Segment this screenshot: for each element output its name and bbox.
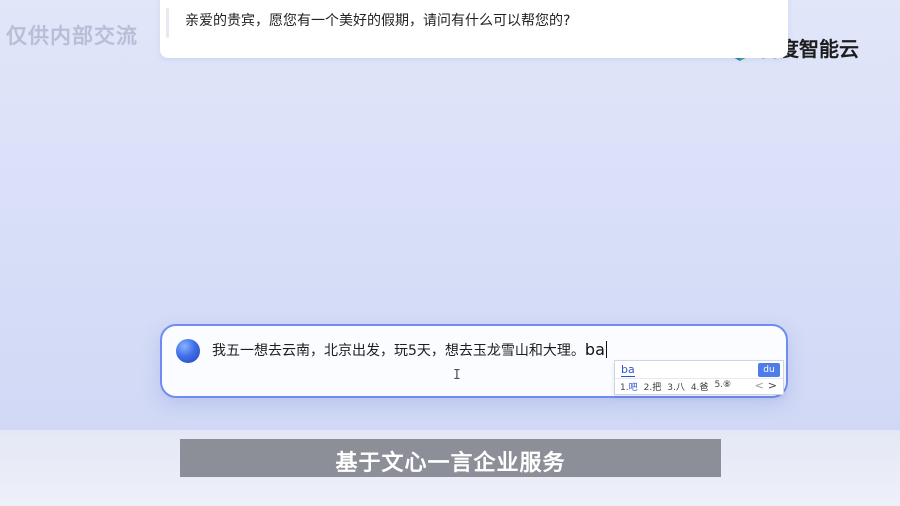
ime-candidate-4[interactable]: 4.爸 xyxy=(691,380,709,393)
ime-candidate-window[interactable]: ba du 1.吧 2.把 3.八 4.爸 5.⑧ < > xyxy=(614,360,784,395)
assistant-message-card: 亲爱的贵宾，愿您有一个美好的假期，请问有什么可以帮您的? xyxy=(160,0,788,58)
assistant-message-text: 亲爱的贵宾，愿您有一个美好的假期，请问有什么可以帮您的? xyxy=(185,13,571,29)
ime-next-page-icon[interactable]: > xyxy=(768,379,777,392)
input-composing-text: ba xyxy=(584,340,605,359)
ime-prev-page-icon[interactable]: < xyxy=(755,379,764,392)
chat-input-field[interactable]: 我五一想去云南，北京出发，玩5天，想去玉龙雪山和大理。ba xyxy=(212,340,607,360)
ime-candidate-5[interactable]: 5.⑧ xyxy=(714,380,731,393)
message-scrollbar[interactable] xyxy=(166,8,169,38)
watermark: 仅供内部交流 xyxy=(6,24,138,48)
subtitle-text: 基于文心一言企业服务 xyxy=(335,451,566,476)
assistant-orb-icon xyxy=(176,339,200,363)
ime-logo-icon: du xyxy=(758,363,780,377)
ime-candidate-list: 1.吧 2.把 3.八 4.爸 5.⑧ xyxy=(620,380,731,393)
ime-candidate-1[interactable]: 1.吧 xyxy=(620,380,638,393)
ime-candidate-2[interactable]: 2.把 xyxy=(644,380,662,393)
ime-pinyin: ba xyxy=(621,363,635,377)
input-committed-text: 我五一想去云南，北京出发，玩5天，想去玉龙雪山和大理。 xyxy=(212,343,585,359)
text-caret xyxy=(605,341,607,358)
ibeam-cursor-icon: I xyxy=(453,368,461,383)
subtitle-bar: 基于文心一言企业服务 xyxy=(180,439,721,477)
ime-page-nav: < > xyxy=(755,379,777,392)
ime-candidate-3[interactable]: 3.八 xyxy=(667,380,685,393)
